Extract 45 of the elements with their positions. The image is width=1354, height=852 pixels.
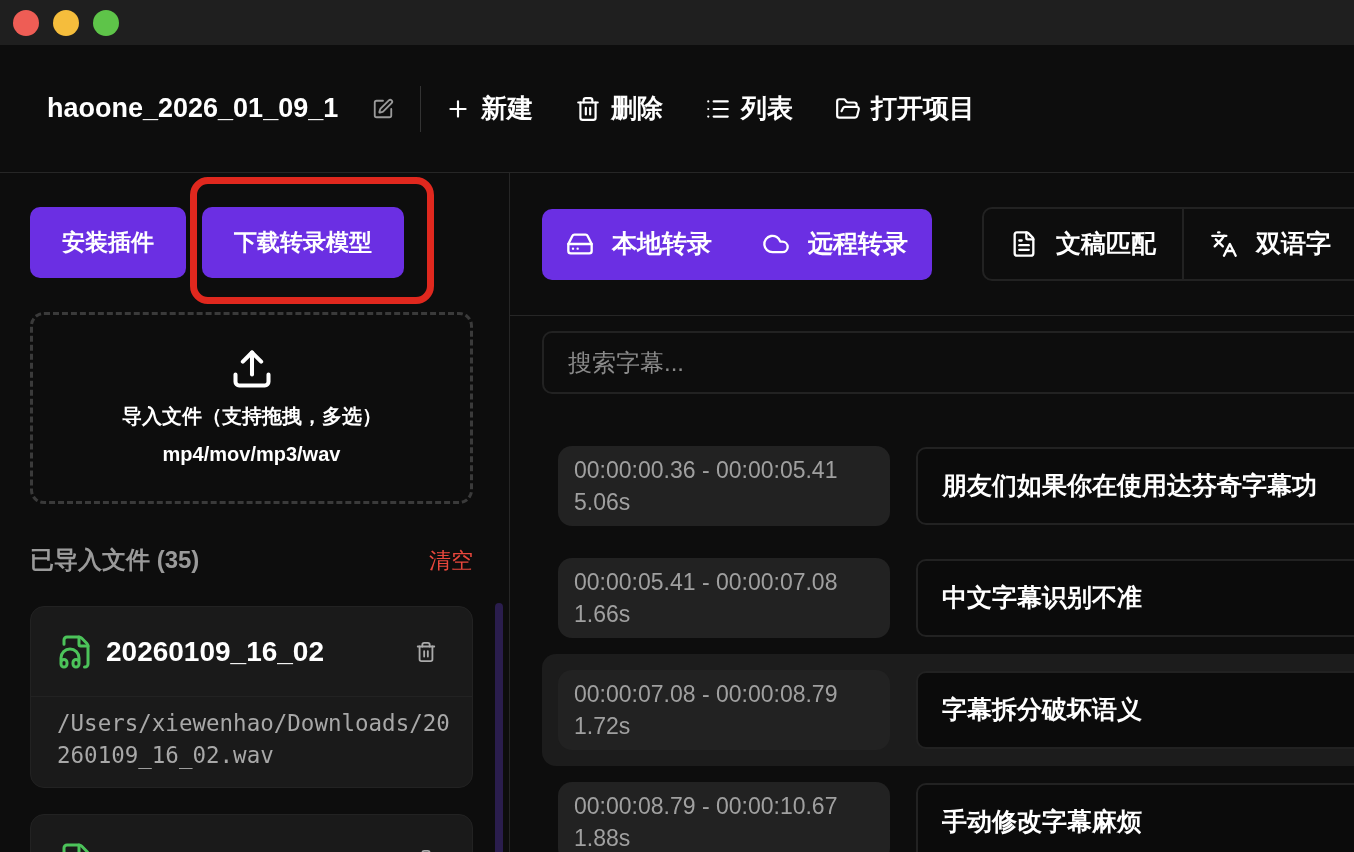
- folder-icon: [835, 95, 862, 122]
- trash-icon[interactable]: [415, 640, 437, 663]
- subtitle-text-field[interactable]: 中文字幕识别不准: [916, 559, 1354, 637]
- drop-zone-title: 导入文件（支持拖拽，多选）: [121, 404, 382, 429]
- toolbar-button[interactable]: 新建: [445, 89, 534, 128]
- minimize-window-icon[interactable]: [53, 9, 79, 36]
- toolbar-button[interactable]: 删除: [575, 89, 664, 128]
- drop-zone[interactable]: 导入文件（支持拖拽，多选） mp4/mov/mp3/wav: [30, 312, 473, 504]
- toolbar-button[interactable]: 打开项目: [835, 89, 976, 128]
- translate-icon: [1210, 230, 1238, 258]
- subtitle-row[interactable]: 00:00:07.08 - 00:00:08.79 1.72s 字幕拆分破坏语义: [542, 654, 1354, 766]
- project-name: haoone_2026_01_09_1: [47, 92, 339, 126]
- action-button[interactable]: 安装插件: [30, 207, 186, 278]
- time-range: 00:00:05.41 - 00:00:07.08: [574, 568, 839, 597]
- time-range: 00:00:00.36 - 00:00:05.41: [574, 456, 839, 485]
- imported-files-title: 已导入文件 (35): [30, 545, 200, 575]
- time-range: 00:00:08.79 - 00:00:10.67: [574, 792, 839, 821]
- time-range: 00:00:07.08 - 00:00:08.79: [574, 680, 839, 709]
- duration: 1.66s: [574, 600, 632, 629]
- duration: 5.06s: [574, 488, 632, 517]
- duration: 1.72s: [574, 712, 632, 741]
- toolbar-button[interactable]: 列表: [705, 89, 794, 128]
- file-card[interactable]: 20260109_16_02 /Users/xiewenhao/Downloads/20260109_16_02.wav: [30, 606, 473, 788]
- mode-option[interactable]: 远程转录: [762, 225, 908, 263]
- subtitle-row[interactable]: 00:00:00.36 - 00:00:05.41 5.06s 朋友们如果你在使用达芬奇字幕功: [542, 430, 1354, 542]
- subtitle-text-field[interactable]: 朋友们如果你在使用达芬奇字幕功: [916, 447, 1354, 525]
- tool-button[interactable]: 文稿匹配: [984, 209, 1182, 279]
- clear-link[interactable]: 清空: [429, 543, 473, 577]
- mode-option[interactable]: 本地转录: [566, 225, 712, 263]
- search-field[interactable]: 搜索字幕...: [542, 331, 1354, 394]
- file-path: /Users/xiewenhao/Downloads/20260109_16_02.wav: [57, 709, 451, 771]
- action-button[interactable]: 下载转录模型: [202, 207, 404, 278]
- tool-button[interactable]: 双语字: [1182, 209, 1354, 279]
- file-name: 20260109_16_02: [106, 634, 324, 669]
- supported-formats: mp4/mov/mp3/wav: [162, 442, 341, 467]
- trash-icon: [575, 95, 602, 122]
- duration: 1.88s: [574, 824, 632, 852]
- subtitle-text-field[interactable]: 字幕拆分破坏语义: [916, 671, 1354, 749]
- subtitle-row[interactable]: 00:00:08.79 - 00:00:10.67 1.88s 手动修改字幕麻烦: [542, 766, 1354, 852]
- subtitle-row[interactable]: 00:00:05.41 - 00:00:07.08 1.66s 中文字幕识别不准: [542, 542, 1354, 654]
- scrollbar[interactable]: [495, 603, 503, 852]
- maximize-window-icon[interactable]: [93, 9, 119, 36]
- close-window-icon[interactable]: [13, 9, 39, 36]
- subtitle-text-field[interactable]: 手动修改字幕麻烦: [916, 783, 1354, 852]
- edit-icon[interactable]: [372, 97, 395, 120]
